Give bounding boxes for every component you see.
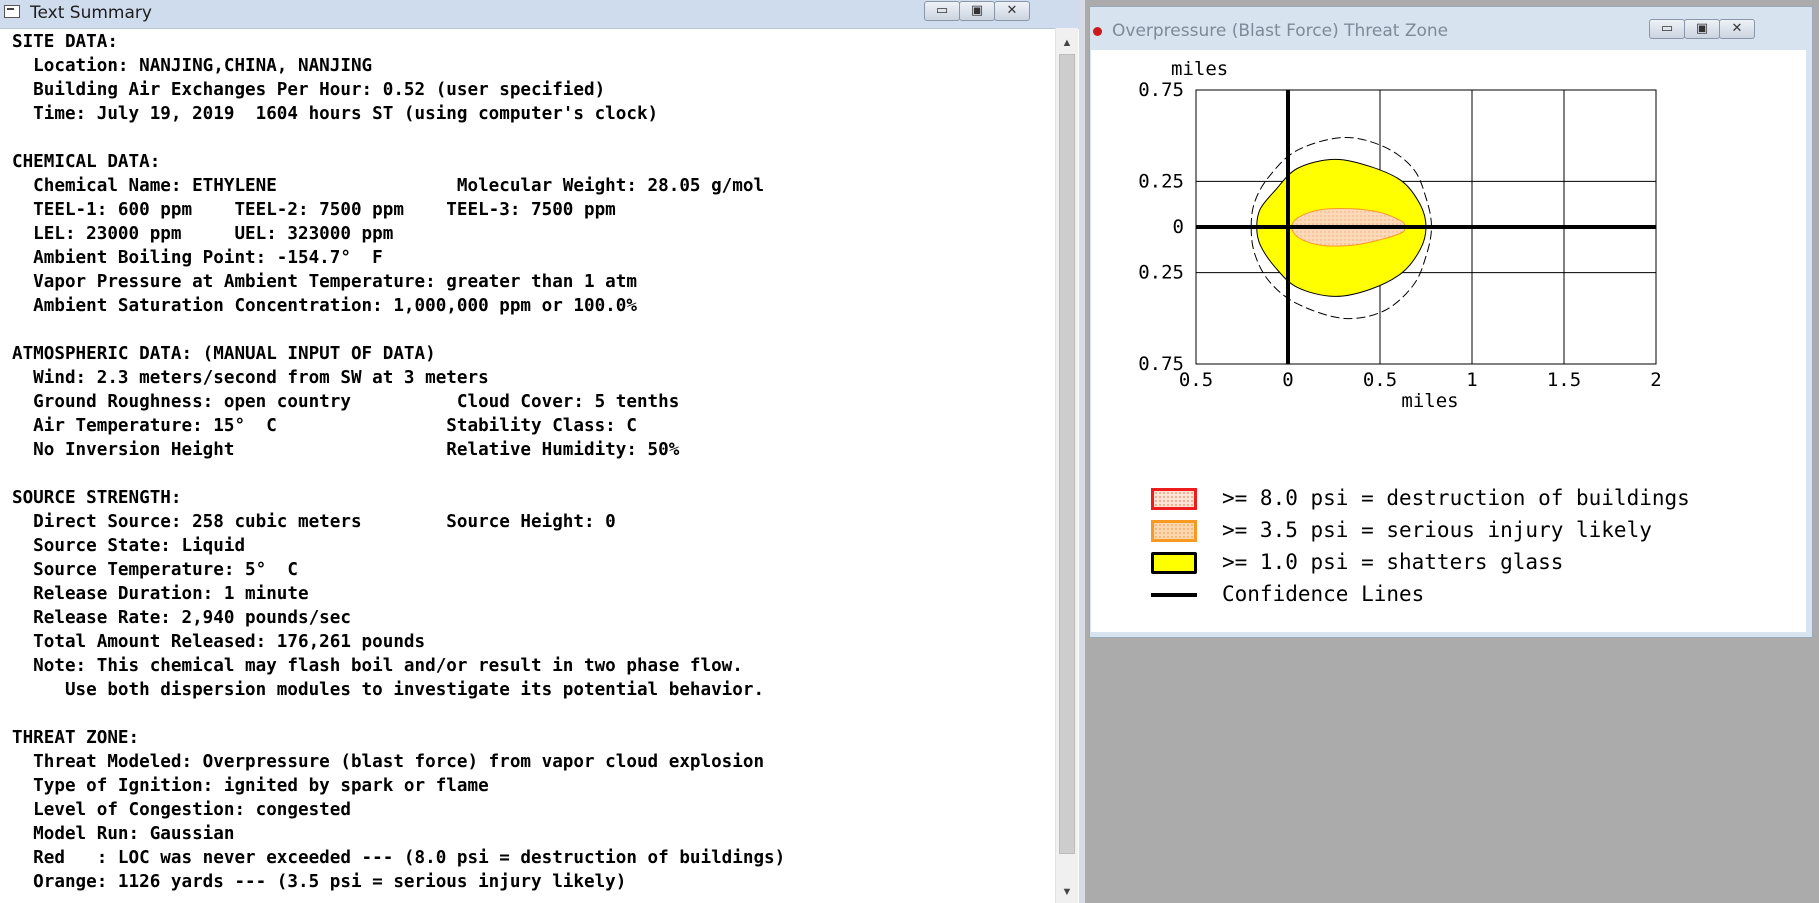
summary-line: Note: This chemical may flash boil and/o… (12, 656, 743, 676)
legend-item-yellow: >= 1.0 psi = shatters glass (1151, 548, 1791, 580)
legend-swatch-orange (1151, 520, 1197, 542)
threat-zone-window: Overpressure (Blast Force) Threat Zone ▭… (1089, 6, 1813, 638)
legend-label: >= 8.0 psi = destruction of buildings (1222, 486, 1690, 510)
legend-item-red: >= 8.0 psi = destruction of buildings (1151, 484, 1791, 516)
threat-window-title: Overpressure (Blast Force) Threat Zone (1112, 21, 1449, 41)
threat-minimize-button[interactable]: ▭ (1649, 19, 1685, 39)
minimize-icon: ▭ (935, 3, 949, 18)
summary-line: Release Duration: 1 minute (12, 584, 309, 604)
close-icon: ✕ (1731, 21, 1743, 36)
x-tick-label: 1.5 (1547, 369, 1581, 391)
legend-swatch-line (1151, 593, 1197, 597)
threat-zone-chart: 0.5 0 0.5 1 1.5 20.750.2500.250.75milesmiles (1138, 58, 1661, 412)
x-tick-label: 0.5 (1363, 369, 1397, 391)
summary-line: LEL: 23000 ppm UEL: 323000 ppm (12, 224, 394, 244)
legend-swatch-yellow (1151, 552, 1197, 574)
legend-item-orange: >= 3.5 psi = serious injury likely (1151, 516, 1791, 548)
maximize-button[interactable]: ▣ (959, 1, 995, 21)
summary-line: Direct Source: 258 cubic meters Source H… (12, 512, 616, 532)
summary-line: Air Temperature: 15° C Stability Class: … (12, 416, 637, 436)
summary-line: CHEMICAL DATA: (12, 152, 161, 172)
x-axis-label: miles (1401, 390, 1458, 412)
summary-line: Ambient Saturation Concentration: 1,000,… (12, 296, 637, 316)
summary-line: ATMOSPHERIC DATA: (MANUAL INPUT OF DATA) (12, 344, 436, 364)
threat-close-button[interactable]: ✕ (1719, 19, 1755, 39)
legend-item-confidence: Confidence Lines (1151, 580, 1791, 612)
summary-line: Source Temperature: 5° C (12, 560, 298, 580)
window-title: Text Summary (30, 3, 152, 23)
summary-line: Ground Roughness: open country Cloud Cov… (12, 392, 680, 412)
text-summary-window: Text Summary ▭ ▣ ✕ SITE DATA: Location: … (0, 0, 1085, 903)
legend-label: >= 3.5 psi = serious injury likely (1222, 518, 1652, 542)
summary-line: Level of Congestion: congested (12, 800, 351, 820)
summary-line: Chemical Name: ETHYLENE Molecular Weight… (12, 176, 765, 196)
summary-line: No Inversion Height Relative Humidity: 5… (12, 440, 680, 460)
y-tick-label: 0.75 (1138, 79, 1184, 101)
summary-line: THREAT ZONE: (12, 728, 140, 748)
threat-window-controls: ▭ ▣ ✕ (1649, 19, 1755, 41)
legend-label: Confidence Lines (1222, 582, 1425, 606)
threat-zone-canvas: 0.5 0 0.5 1 1.5 2 0.75 0.25 0 0.25 0.75 miles miles … (1091, 50, 1806, 632)
legend-swatch-red (1151, 488, 1197, 510)
y-tick-label: 0.25 (1138, 262, 1184, 284)
minimize-button[interactable]: ▭ (924, 1, 960, 21)
summary-text: SITE DATA: Location: NANJING,CHINA, NANJ… (12, 30, 1052, 903)
summary-line: Release Rate: 2,940 pounds/sec (12, 608, 351, 628)
summary-line: TEEL-1: 600 ppm TEEL-2: 7500 ppm TEEL-3:… (12, 200, 616, 220)
summary-line: Source State: Liquid (12, 536, 246, 556)
y-tick-label: 0 (1173, 216, 1184, 238)
x-tick-label: 2 (1650, 369, 1661, 391)
summary-line: Wind: 2.3 meters/second from SW at 3 met… (12, 368, 489, 388)
summary-line: Threat Modeled: Overpressure (blast forc… (12, 752, 765, 772)
summary-line: Time: July 19, 2019 1604 hours ST (using… (12, 104, 659, 124)
text-summary-titlebar[interactable]: Text Summary ▭ ▣ ✕ (0, 0, 1085, 29)
scroll-thumb[interactable] (1059, 54, 1075, 854)
x-tick-label: 1 (1466, 369, 1477, 391)
summary-line: Red : LOC was never exceeded --- (8.0 ps… (12, 848, 786, 868)
maximize-icon: ▣ (1695, 21, 1709, 36)
y-tick-label: 0.25 (1138, 170, 1184, 192)
x-tick-label: 0 (1282, 369, 1293, 391)
summary-line: Type of Ignition: ignited by spark or fl… (12, 776, 489, 796)
summary-line: Orange: 1126 yards --- (3.5 psi = seriou… (12, 872, 627, 892)
maximize-icon: ▣ (970, 3, 984, 18)
app-icon (4, 5, 20, 18)
summary-line: Total Amount Released: 176,261 pounds (12, 632, 426, 652)
summary-line: Use both dispersion modules to investiga… (12, 680, 765, 700)
window-controls: ▭ ▣ ✕ (924, 1, 1030, 23)
summary-line: SOURCE STRENGTH: (12, 488, 182, 508)
scroll-up-icon[interactable]: ▲ (1056, 32, 1078, 54)
summary-line: Model Run: Gaussian (12, 824, 235, 844)
summary-line: SITE DATA: (12, 32, 118, 52)
summary-line: Building Air Exchanges Per Hour: 0.52 (u… (12, 80, 606, 100)
summary-line: Location: NANJING,CHINA, NANJING (12, 56, 373, 76)
summary-line: Vapor Pressure at Ambient Temperature: g… (12, 272, 637, 292)
close-icon: ✕ (1006, 3, 1018, 18)
y-tick-label: 0.75 (1138, 353, 1184, 375)
close-button[interactable]: ✕ (994, 1, 1030, 21)
threat-maximize-button[interactable]: ▣ (1684, 19, 1720, 39)
summary-line: Ambient Boiling Point: -154.7° F (12, 248, 383, 268)
threat-zone-titlebar[interactable]: Overpressure (Blast Force) Threat Zone ▭… (1090, 7, 1812, 49)
scroll-down-icon[interactable]: ▼ (1056, 881, 1078, 903)
alert-icon (1093, 27, 1102, 36)
legend-label: >= 1.0 psi = shatters glass (1222, 550, 1564, 574)
y-axis-label: miles (1171, 58, 1228, 80)
minimize-icon: ▭ (1660, 21, 1674, 36)
vertical-scrollbar[interactable]: ▲ ▼ (1055, 28, 1078, 903)
